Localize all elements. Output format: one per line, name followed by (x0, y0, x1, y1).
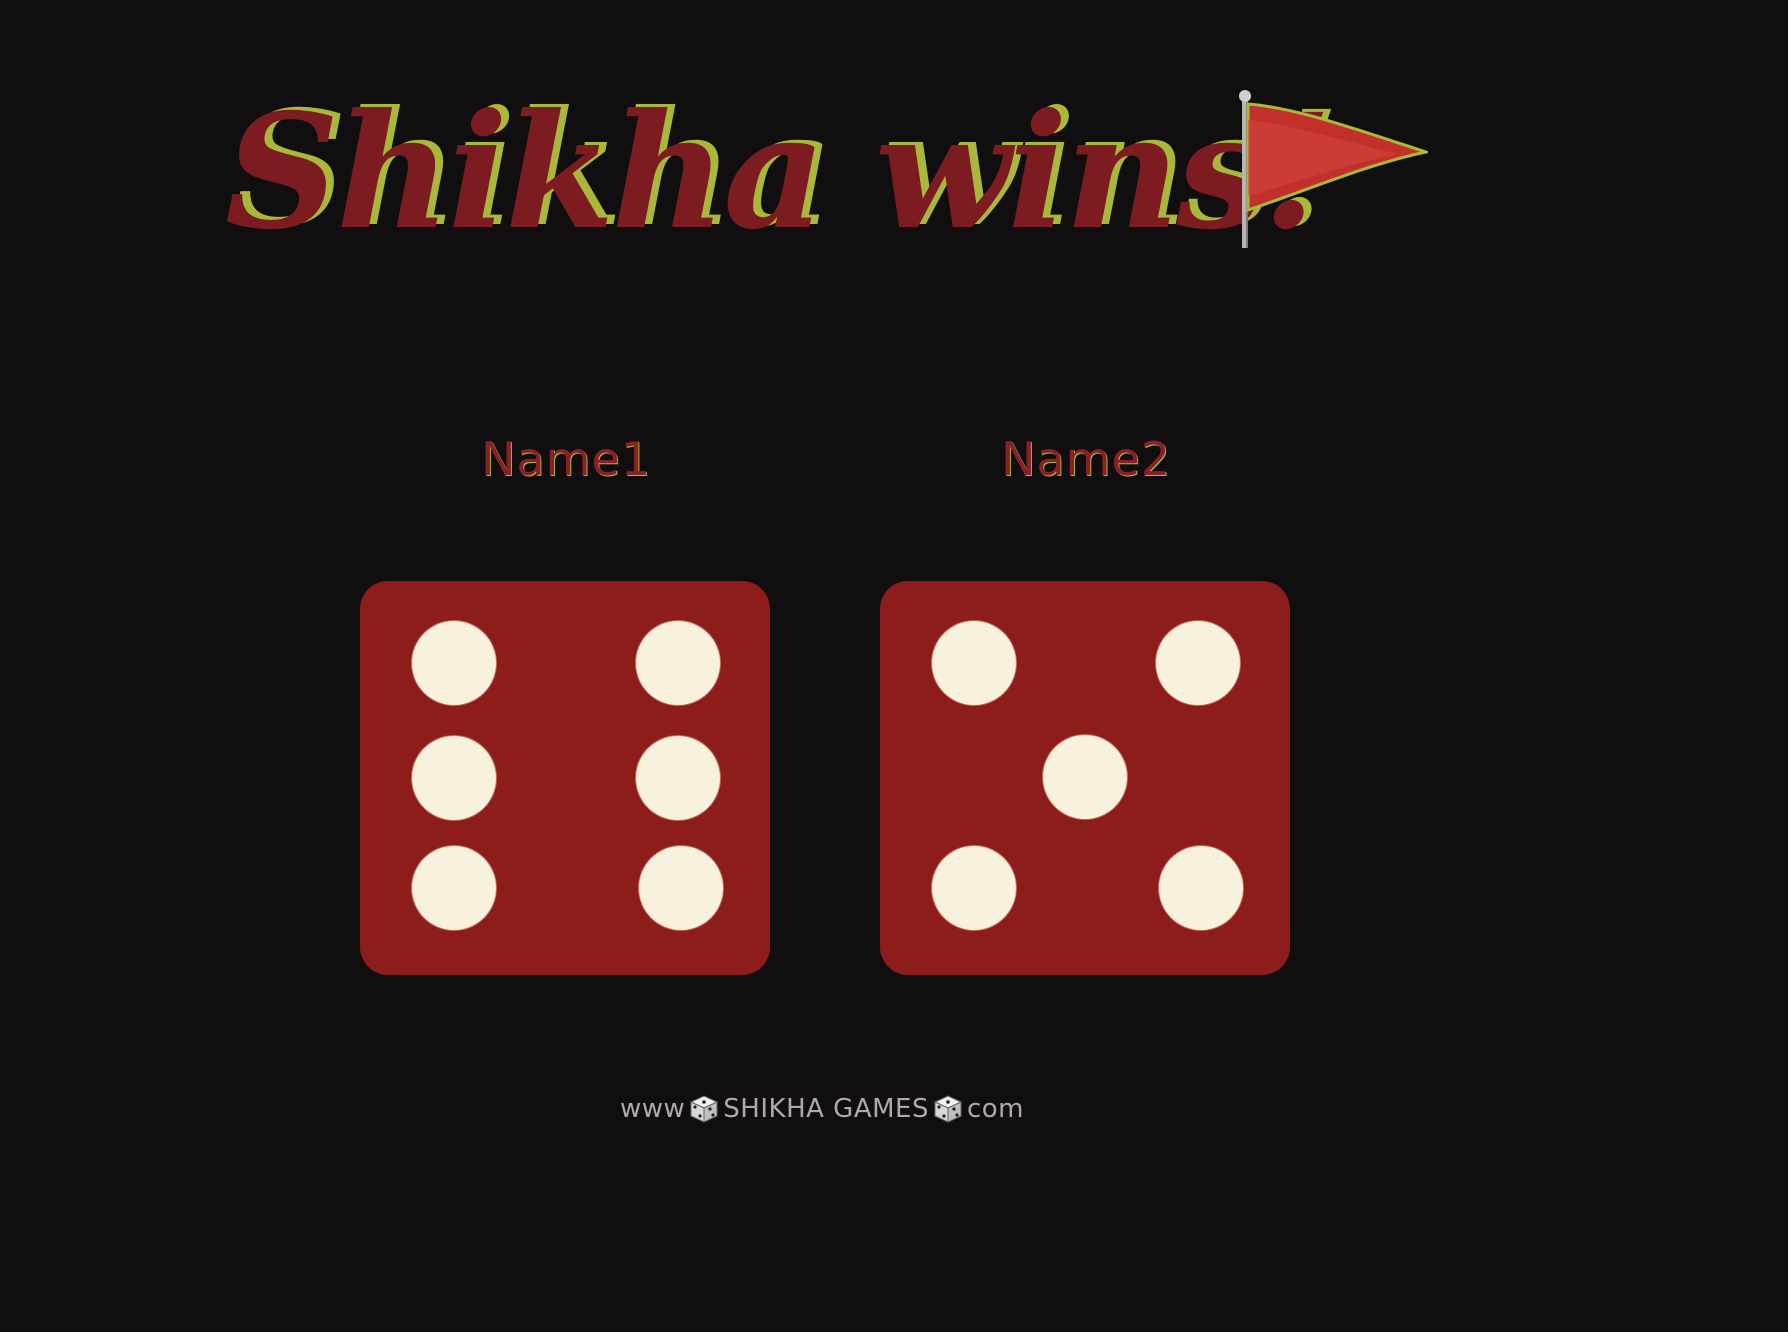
die-pip (636, 621, 720, 705)
die-pip (1043, 735, 1127, 819)
dice-icon (690, 1095, 719, 1123)
winner-title: Shikha wins! (225, 80, 1332, 265)
player1-name: Name1 (481, 432, 651, 486)
player2-die[interactable] (880, 581, 1290, 975)
footer-suffix: com (966, 1094, 1024, 1124)
player2-name: Name2 (1001, 432, 1171, 486)
winner-banner: Shikha wins! (225, 62, 1332, 265)
die-pip (412, 621, 496, 705)
die-pip (412, 736, 496, 820)
die-pip (932, 621, 1016, 705)
player1-die[interactable] (360, 581, 770, 975)
red-flag-icon (1239, 90, 1428, 248)
die-pip (932, 846, 1016, 930)
footer-brand: SHIKHA GAMES (723, 1094, 929, 1124)
die-pip (1156, 621, 1240, 705)
die-pip (639, 846, 723, 930)
die-pip (1159, 846, 1243, 930)
dice-icon (933, 1095, 963, 1123)
die-pip (412, 846, 496, 930)
footer-prefix: www (620, 1094, 686, 1124)
die-pip (636, 736, 720, 820)
site-footer[interactable]: www SHIKHA GAMES com (620, 1094, 1030, 1124)
